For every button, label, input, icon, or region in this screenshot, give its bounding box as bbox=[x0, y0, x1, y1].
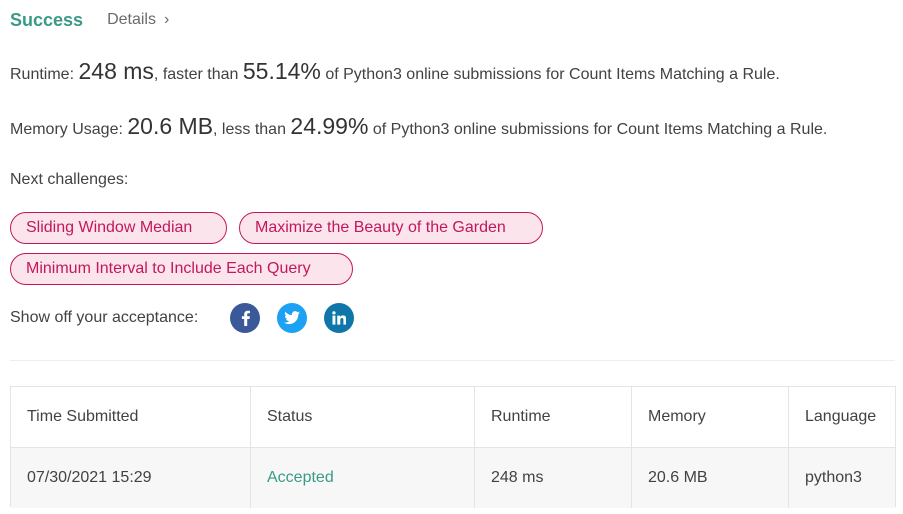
submission-result-page: Success Details › Runtime: 248 ms, faste… bbox=[0, 0, 903, 514]
memory-suffix: of Python3 online submissions for Count … bbox=[372, 121, 828, 138]
header-memory: Memory bbox=[631, 387, 789, 448]
runtime-label: Runtime: bbox=[10, 66, 75, 83]
runtime-value: 248 ms bbox=[78, 58, 154, 84]
share-icons bbox=[230, 303, 371, 333]
details-label: Details bbox=[107, 11, 156, 28]
challenge-tag-minimum-interval-query[interactable]: Minimum Interval to Include Each Query bbox=[10, 253, 353, 285]
challenge-tag-sliding-window-median[interactable]: Sliding Window Median bbox=[10, 212, 227, 244]
table-header-row: Time Submitted Status Runtime Memory Lan… bbox=[11, 387, 895, 448]
memory-value: 20.6 MB bbox=[127, 113, 214, 139]
twitter-icon[interactable] bbox=[277, 303, 308, 333]
chevron-right-icon: › bbox=[163, 11, 170, 28]
runtime-suffix: of Python3 online submissions for Count … bbox=[325, 66, 780, 83]
share-row: Show off your acceptance: bbox=[10, 303, 371, 333]
challenge-tag-maximize-beauty-garden[interactable]: Maximize the Beauty of the Garden bbox=[239, 212, 543, 244]
section-divider bbox=[10, 360, 895, 361]
facebook-icon[interactable] bbox=[230, 303, 261, 333]
result-header: Success Details › bbox=[10, 8, 169, 32]
submissions-table: Time Submitted Status Runtime Memory Lan… bbox=[10, 386, 896, 508]
runtime-stat: Runtime: 248 ms, faster than 55.14% of P… bbox=[10, 58, 780, 85]
runtime-comparison: , faster than bbox=[153, 66, 239, 83]
details-link[interactable]: Details › bbox=[107, 11, 169, 29]
cell-language: python3 bbox=[805, 469, 862, 486]
header-time-submitted: Time Submitted bbox=[11, 387, 251, 448]
cell-time-submitted: 07/30/2021 15:29 bbox=[11, 447, 251, 508]
header-status: Status bbox=[250, 387, 475, 448]
memory-label: Memory Usage: bbox=[10, 121, 123, 138]
table-row: 07/30/2021 15:29 Accepted 248 ms 20.6 MB… bbox=[11, 447, 895, 508]
cell-memory: 20.6 MB bbox=[631, 447, 789, 508]
share-label: Show off your acceptance: bbox=[10, 309, 199, 326]
memory-stat: Memory Usage: 20.6 MB, less than 24.99% … bbox=[10, 113, 827, 140]
runtime-percent: 55.14% bbox=[242, 58, 321, 84]
success-status: Success bbox=[10, 9, 84, 30]
header-runtime: Runtime bbox=[474, 387, 632, 448]
cell-status: Accepted bbox=[250, 447, 475, 508]
cell-runtime: 248 ms bbox=[474, 447, 632, 508]
header-language: Language bbox=[805, 408, 877, 425]
memory-comparison: , less than bbox=[213, 121, 286, 138]
memory-percent: 24.99% bbox=[290, 113, 369, 139]
linkedin-icon[interactable] bbox=[324, 303, 355, 333]
accepted-link[interactable]: Accepted bbox=[267, 469, 334, 486]
next-challenges-label: Next challenges: bbox=[10, 171, 129, 188]
